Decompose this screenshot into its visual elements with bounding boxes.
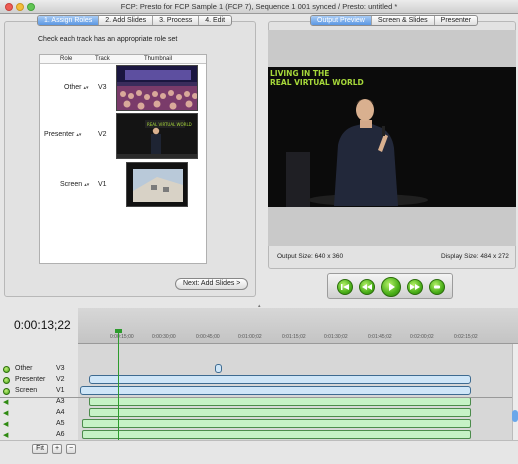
header-thumbnail: Thumbnail bbox=[144, 56, 173, 62]
tab-output-preview[interactable]: Output Preview bbox=[311, 16, 372, 25]
track-name: Presenter bbox=[15, 376, 46, 383]
preview-tabs: Output Preview Screen & Slides Presenter bbox=[310, 15, 479, 26]
window-titlebar: FCP: Presto for FCP Sample 1 (FCP 7), Se… bbox=[0, 0, 518, 14]
header-role: Role bbox=[60, 56, 73, 62]
track-id: V3 bbox=[98, 84, 107, 91]
fast-forward-icon[interactable] bbox=[407, 279, 423, 295]
clip-v1[interactable] bbox=[80, 386, 471, 395]
workflow-steps: 1. Assign Roles 2. Add Slides 3. Process… bbox=[37, 15, 233, 26]
timeline-tracks[interactable] bbox=[78, 344, 512, 440]
track-id: V2 bbox=[56, 376, 65, 383]
timeline-vertical-scrollbar[interactable] bbox=[512, 344, 518, 440]
speaker-icon[interactable]: ◀ bbox=[3, 431, 8, 439]
tab-screen-slides[interactable]: Screen & Slides bbox=[372, 16, 435, 25]
audience-crowd-thumbnail bbox=[116, 65, 198, 111]
track-headers: Other V3 Presenter V2 Screen V1 ◀ A3 ◀ A… bbox=[0, 344, 78, 440]
clip-v3[interactable] bbox=[215, 364, 222, 373]
next-add-slides-button[interactable]: Next: Add Slides > bbox=[175, 278, 249, 290]
output-preview-video: LIVING IN THE REAL VIRTUAL WORLD bbox=[268, 30, 516, 246]
track-name: Screen bbox=[15, 387, 38, 394]
track-id: V1 bbox=[56, 387, 65, 394]
play-icon[interactable] bbox=[381, 277, 401, 297]
clip-a4[interactable] bbox=[89, 408, 471, 417]
clip-v2[interactable] bbox=[89, 375, 471, 384]
track-id: V1 bbox=[98, 181, 107, 188]
playhead[interactable] bbox=[118, 330, 119, 440]
go-to-start-icon[interactable] bbox=[337, 279, 353, 295]
window-title: FCP: Presto for FCP Sample 1 (FCP 7), Se… bbox=[120, 2, 398, 11]
track-id: A6 bbox=[56, 431, 65, 438]
speaker-icon[interactable]: ◀ bbox=[3, 409, 8, 417]
speaker-icon[interactable]: ◀ bbox=[3, 398, 8, 406]
stepper-icon: ▴▾ bbox=[84, 182, 90, 188]
zoom-window-icon[interactable] bbox=[27, 3, 35, 11]
role-table-header: Role Track Thumbnail bbox=[40, 55, 206, 64]
timeline-bottom-bar: Fit + − bbox=[0, 440, 518, 464]
tab-assign-roles[interactable]: 1. Assign Roles bbox=[38, 16, 100, 25]
track-id: A4 bbox=[56, 409, 65, 416]
track-header-a4: ◀ A4 bbox=[0, 408, 78, 419]
minimize-window-icon[interactable] bbox=[16, 3, 24, 11]
ruler-tick: 0:00:15;00 bbox=[110, 334, 134, 340]
slide-text-line2: REAL VIRTUAL WORLD bbox=[270, 78, 364, 87]
role-select-other[interactable]: Other ▴▾ bbox=[64, 84, 89, 91]
track-header-v1: Screen V1 bbox=[0, 386, 78, 397]
instruction-text: Check each track has an appropriate role… bbox=[38, 36, 178, 43]
svg-text:REAL VIRTUAL WORLD: REAL VIRTUAL WORLD bbox=[147, 122, 192, 127]
ruler-tick: 0:02:00;02 bbox=[410, 334, 434, 340]
ruler-tick: 0:02:15;02 bbox=[454, 334, 478, 340]
scrollbar-thumb[interactable] bbox=[512, 410, 518, 422]
track-id: V2 bbox=[98, 131, 107, 138]
stepper-icon: ▴▾ bbox=[76, 132, 82, 138]
display-size-label: Display Size: 484 x 272 bbox=[441, 253, 509, 260]
visibility-toggle-icon[interactable] bbox=[3, 366, 10, 373]
stepper-icon: ▴▾ bbox=[83, 85, 89, 91]
track-header-v3: Other V3 bbox=[0, 364, 78, 375]
role-table: Role Track Thumbnail Other ▴▾ V3 Presente… bbox=[39, 54, 207, 264]
track-id: V3 bbox=[56, 365, 65, 372]
video-audio-divider bbox=[0, 397, 512, 398]
rewind-icon[interactable] bbox=[359, 279, 375, 295]
clip-a3[interactable] bbox=[89, 397, 471, 406]
visibility-toggle-icon[interactable] bbox=[3, 388, 10, 395]
timeline-ruler[interactable]: 0:00:15;00 0:00:30;00 0:00:45;00 0:01:00… bbox=[78, 308, 518, 344]
zoom-out-button[interactable]: − bbox=[66, 444, 76, 454]
track-name: Other bbox=[15, 365, 33, 372]
visibility-toggle-icon[interactable] bbox=[3, 377, 10, 384]
building-exterior-thumbnail bbox=[126, 162, 188, 207]
fit-button[interactable]: Fit bbox=[32, 444, 48, 454]
role-label: Other bbox=[64, 84, 82, 91]
clip-a5[interactable] bbox=[82, 419, 471, 428]
track-header-a5: ◀ A5 bbox=[0, 419, 78, 430]
clip-a6[interactable] bbox=[82, 430, 471, 439]
slide-text-line1: LIVING IN THE bbox=[270, 69, 329, 78]
close-window-icon[interactable] bbox=[5, 3, 13, 11]
presenter-stage-thumbnail: REAL VIRTUAL WORLD bbox=[116, 113, 198, 159]
zoom-in-button[interactable]: + bbox=[52, 444, 62, 454]
tab-presenter[interactable]: Presenter bbox=[435, 16, 477, 25]
ruler-tick: 0:01:15;02 bbox=[282, 334, 306, 340]
header-track: Track bbox=[95, 56, 110, 62]
tab-process[interactable]: 3. Process bbox=[153, 16, 200, 25]
track-id: A5 bbox=[56, 420, 65, 427]
ruler-tick: 0:01:00;02 bbox=[238, 334, 262, 340]
ruler-tick: 0:01:45;02 bbox=[368, 334, 392, 340]
role-select-screen[interactable]: Screen ▴▾ bbox=[60, 181, 89, 188]
role-label: Presenter bbox=[44, 131, 75, 138]
tab-add-slides[interactable]: 2. Add Slides bbox=[99, 16, 154, 25]
go-to-end-icon[interactable] bbox=[429, 279, 445, 295]
ruler-tick: 0:00:30;00 bbox=[152, 334, 176, 340]
ruler-tick: 0:00:45;00 bbox=[196, 334, 220, 340]
track-id: A3 bbox=[56, 398, 65, 405]
ruler-tick: 0:01:30;02 bbox=[324, 334, 348, 340]
output-size-label: Output Size: 640 x 360 bbox=[277, 253, 344, 260]
track-header-v2: Presenter V2 bbox=[0, 375, 78, 386]
current-timecode: 0:00:13;22 bbox=[14, 318, 71, 332]
track-header-a3: ◀ A3 bbox=[0, 397, 78, 408]
role-select-presenter[interactable]: Presenter ▴▾ bbox=[44, 131, 81, 138]
role-label: Screen bbox=[60, 181, 83, 188]
speaker-icon[interactable]: ◀ bbox=[3, 420, 8, 428]
transport-controls bbox=[327, 273, 453, 299]
tab-edit[interactable]: 4. Edit bbox=[199, 16, 231, 25]
